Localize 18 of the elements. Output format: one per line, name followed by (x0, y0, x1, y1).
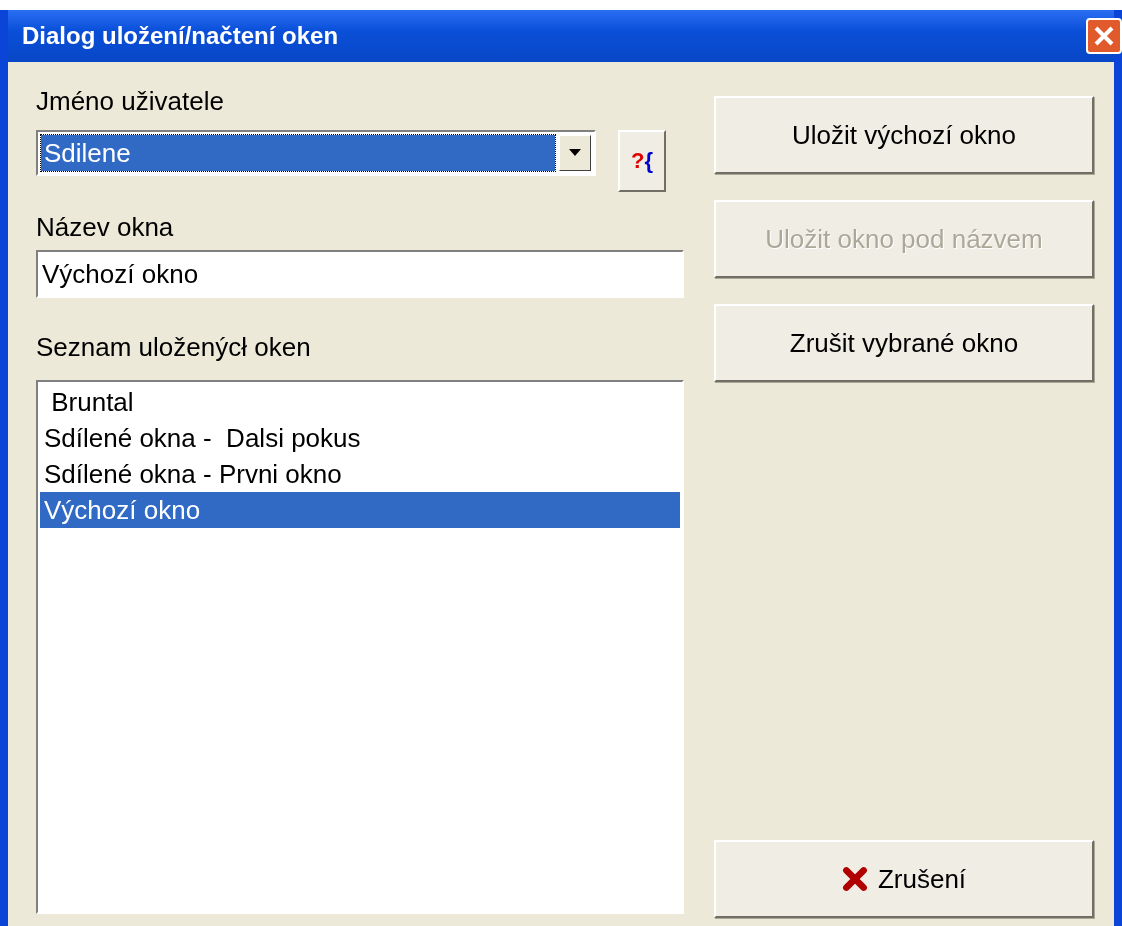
name-label: Název okna (36, 211, 175, 244)
close-button[interactable] (1086, 18, 1122, 54)
dialog-button[interactable]: Uložit výchozí okno (714, 96, 1094, 174)
list-item[interactable]: Bruntal (40, 384, 680, 420)
list-item[interactable]: Výchozí okno (40, 492, 680, 528)
cancel-button[interactable]: Zrušení (714, 840, 1094, 918)
user-dropdown[interactable]: Sdilene (36, 130, 596, 176)
user-label: Jméno uživatele (36, 85, 225, 118)
x-icon (841, 866, 868, 892)
help-button[interactable]: ?{ (618, 130, 666, 192)
list-item[interactable]: Sdílené okna - Dalsi pokus (40, 420, 680, 456)
list-label: Seznam uloženýcł oken (36, 331, 312, 364)
close-icon (1093, 25, 1115, 47)
dialog-button[interactable]: Zrušit vybrané okno (714, 304, 1094, 382)
window-title: Dialog uložení/načtení oken (22, 22, 339, 50)
name-field[interactable]: Výchozí okno (36, 250, 684, 298)
list-item[interactable]: Sdílené okna - Prvni okno (40, 456, 680, 492)
dropdown-arrow-icon (569, 149, 581, 157)
